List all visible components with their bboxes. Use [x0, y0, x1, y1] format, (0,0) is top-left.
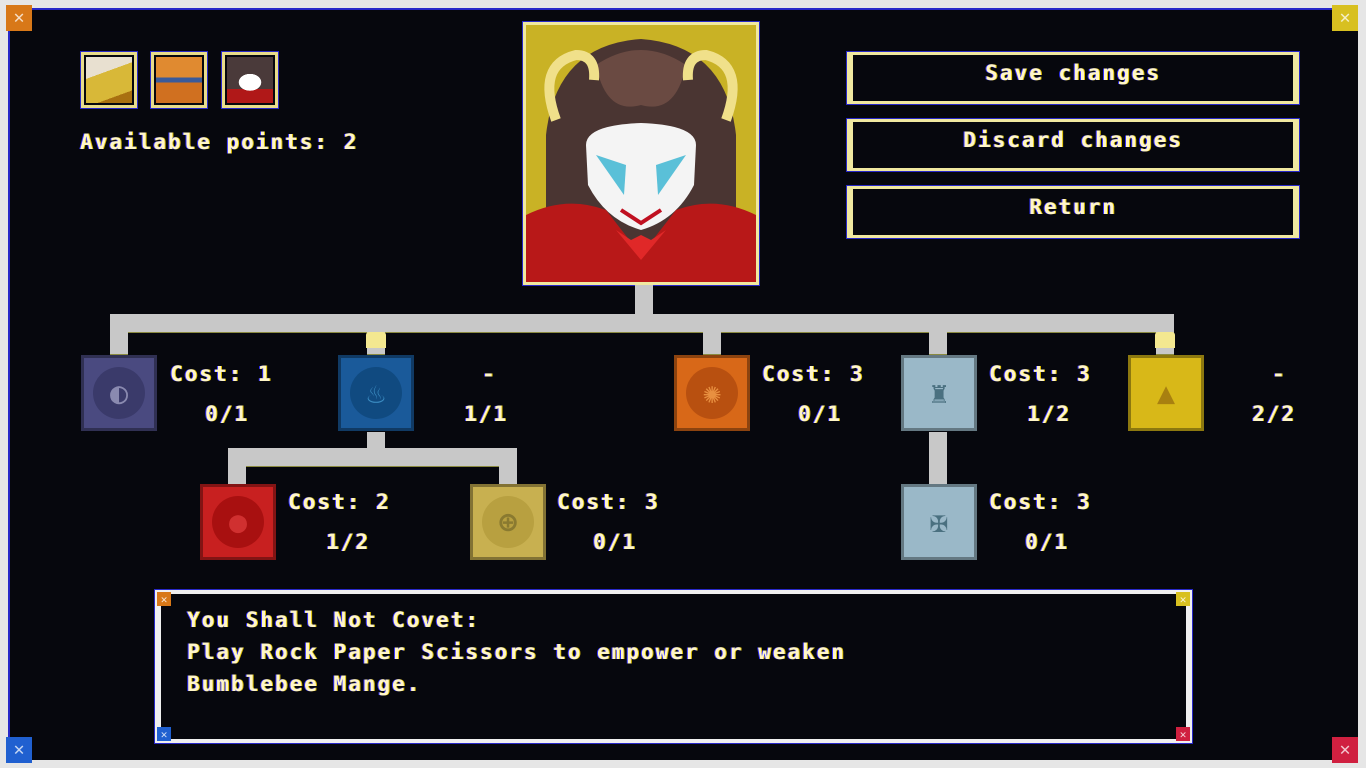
tree-connector [499, 448, 517, 484]
tree-connector [703, 314, 721, 354]
save-changes-button[interactable]: Save changes [846, 51, 1300, 105]
cross-circle-icon: ⊕ [482, 496, 534, 548]
skill-description-line: Bumblebee Mange. [187, 672, 422, 696]
skill-progress: 0/1 [798, 402, 842, 426]
tree-connector [635, 285, 653, 315]
skill-node-moon[interactable]: ◐ [81, 355, 157, 431]
tree-connector [929, 432, 947, 484]
skill-node-bee[interactable]: ▲ [1128, 355, 1204, 431]
character-portrait [522, 21, 760, 286]
x-icon: ✕ [13, 7, 25, 28]
portrait-icon [86, 57, 132, 103]
tree-connector [228, 448, 517, 466]
corner-ornament-bottom-left: ✕ [6, 737, 32, 763]
tower-icon: ♜ [929, 375, 949, 411]
skill-description-box: ✕ ✕ ✕ ✕ You Shall Not Covet: Play Rock P… [154, 589, 1193, 744]
bee-icon: ▲ [1156, 375, 1176, 411]
portrait-icon [156, 57, 202, 103]
skill-node-crosses[interactable]: ✠ [901, 484, 977, 560]
skill-cost: - [482, 362, 497, 386]
corner-ornament: ✕ [1176, 727, 1190, 741]
skill-node-ornament[interactable]: ✺ [674, 355, 750, 431]
triple-cross-icon: ✠ [929, 504, 949, 540]
skill-progress: 2/2 [1252, 402, 1296, 426]
skill-cost: Cost: 3 [989, 490, 1092, 514]
skill-node-cross[interactable]: ⊕ [470, 484, 546, 560]
x-icon: ✕ [1339, 7, 1351, 28]
corner-ornament-top-left: ✕ [6, 5, 32, 31]
tree-connector [110, 314, 1174, 332]
corner-ornament: ✕ [157, 592, 171, 606]
corner-ornament-top-right: ✕ [1332, 5, 1358, 31]
skill-cost: Cost: 3 [557, 490, 660, 514]
skill-name: You Shall Not Covet: [187, 608, 480, 632]
tree-connector [228, 448, 246, 484]
skill-progress: 1/2 [1027, 402, 1071, 426]
corner-ornament: ✕ [157, 727, 171, 741]
flame-icon: ♨ [350, 367, 402, 419]
skill-node-water[interactable]: ♨ [338, 355, 414, 431]
skill-progress: 1/2 [326, 530, 370, 554]
skill-progress: 0/1 [1025, 530, 1069, 554]
skill-cost: Cost: 3 [762, 362, 865, 386]
party-member-1[interactable] [80, 51, 138, 109]
tree-connector [110, 314, 128, 354]
skill-progress: 0/1 [205, 402, 249, 426]
skill-progress: 1/1 [464, 402, 508, 426]
portrait-icon [227, 57, 273, 103]
return-button[interactable]: Return [846, 185, 1300, 239]
skill-cost: Cost: 3 [989, 362, 1092, 386]
drop-icon: ● [212, 496, 264, 548]
maxed-crown-icon [366, 332, 386, 348]
x-icon: ✕ [1339, 739, 1351, 760]
skill-description-line: Play Rock Paper Scissors to empower or w… [187, 640, 846, 664]
skill-node-fire[interactable]: ● [200, 484, 276, 560]
skill-cost: - [1272, 362, 1287, 386]
party-member-2[interactable] [150, 51, 208, 109]
party-member-3[interactable] [221, 51, 279, 109]
ornament-icon: ✺ [686, 367, 738, 419]
moon-icon: ◐ [93, 367, 145, 419]
tree-connector [929, 314, 947, 354]
corner-ornament-bottom-right: ✕ [1332, 737, 1358, 763]
character-portrait-art [526, 25, 756, 282]
skill-node-tower[interactable]: ♜ [901, 355, 977, 431]
maxed-crown-icon [1155, 332, 1175, 348]
skill-cost: Cost: 1 [170, 362, 273, 386]
corner-ornament: ✕ [1176, 592, 1190, 606]
available-points: Available points: 2 [80, 130, 359, 154]
skill-cost: Cost: 2 [288, 490, 391, 514]
discard-changes-button[interactable]: Discard changes [846, 118, 1300, 172]
x-icon: ✕ [13, 739, 25, 760]
skill-progress: 0/1 [593, 530, 637, 554]
